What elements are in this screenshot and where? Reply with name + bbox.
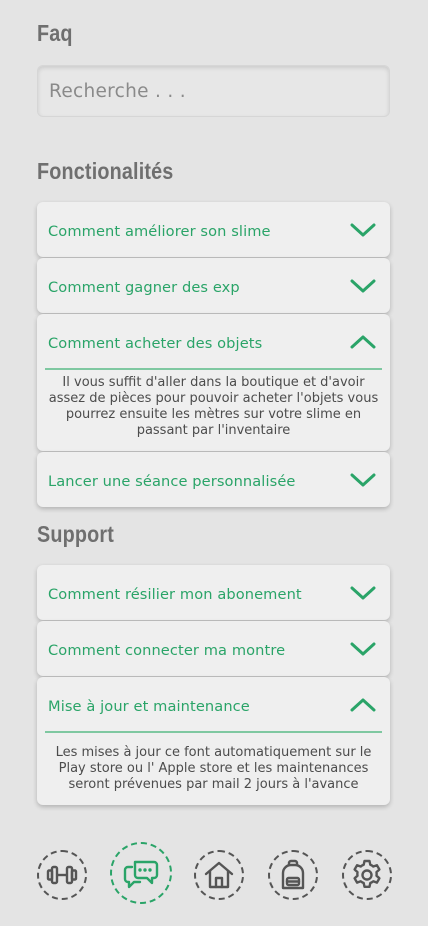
faq-item-earn-exp[interactable]: Comment gagner des exp bbox=[37, 258, 390, 313]
chevron-down-icon bbox=[350, 223, 376, 237]
faq-item-updates-maintenance[interactable]: Mise à jour et maintenance Les mises à j… bbox=[37, 677, 390, 805]
chevron-down-icon bbox=[350, 586, 376, 600]
nav-inventory-button[interactable] bbox=[268, 850, 318, 900]
faq-item-custom-session[interactable]: Lancer une séance personnalisée bbox=[37, 452, 390, 507]
faq-question: Mise à jour et maintenance bbox=[48, 698, 250, 715]
divider bbox=[45, 368, 382, 370]
section-title-support: Support bbox=[37, 521, 115, 547]
search-field[interactable] bbox=[37, 65, 390, 117]
faq-question: Comment résilier mon abonement bbox=[48, 586, 302, 603]
chevron-up-icon bbox=[350, 335, 376, 349]
chevron-down-icon bbox=[350, 642, 376, 656]
section-title-features: Fonctionalités bbox=[37, 158, 174, 184]
search-input[interactable] bbox=[38, 66, 389, 116]
nav-faq-button[interactable] bbox=[110, 842, 172, 904]
divider bbox=[45, 731, 382, 733]
nav-workout-button[interactable] bbox=[37, 850, 87, 900]
faq-question: Comment acheter des objets bbox=[48, 335, 263, 352]
chevron-up-icon bbox=[350, 698, 376, 712]
nav-settings-button[interactable] bbox=[342, 850, 392, 900]
dumbbell-icon bbox=[46, 865, 78, 885]
faq-item-cancel-subscription[interactable]: Comment résilier mon abonement bbox=[37, 565, 390, 620]
nav-home-button[interactable] bbox=[194, 850, 244, 900]
faq-question: Comment améliorer son slime bbox=[48, 223, 271, 240]
gear-icon bbox=[353, 859, 381, 888]
faq-item-buy-items[interactable]: Comment acheter des objets Il vous suffi… bbox=[37, 314, 390, 451]
chevron-down-icon bbox=[350, 473, 376, 487]
backpack-icon bbox=[281, 859, 305, 890]
faq-question: Lancer une séance personnalisée bbox=[48, 473, 296, 490]
faq-answer: Les mises à jour ce font automatiquement… bbox=[55, 745, 372, 792]
faq-question: Comment connecter ma montre bbox=[48, 642, 286, 659]
page-title: Faq bbox=[37, 20, 73, 46]
chevron-down-icon bbox=[350, 279, 376, 293]
chat-bubbles-icon bbox=[123, 860, 159, 889]
faq-item-improve-slime[interactable]: Comment améliorer son slime bbox=[37, 202, 390, 257]
home-icon bbox=[204, 861, 234, 889]
faq-answer: Il vous suffit d'aller dans la boutique … bbox=[48, 375, 379, 438]
faq-item-connect-watch[interactable]: Comment connecter ma montre bbox=[37, 621, 390, 676]
faq-question: Comment gagner des exp bbox=[48, 279, 240, 296]
